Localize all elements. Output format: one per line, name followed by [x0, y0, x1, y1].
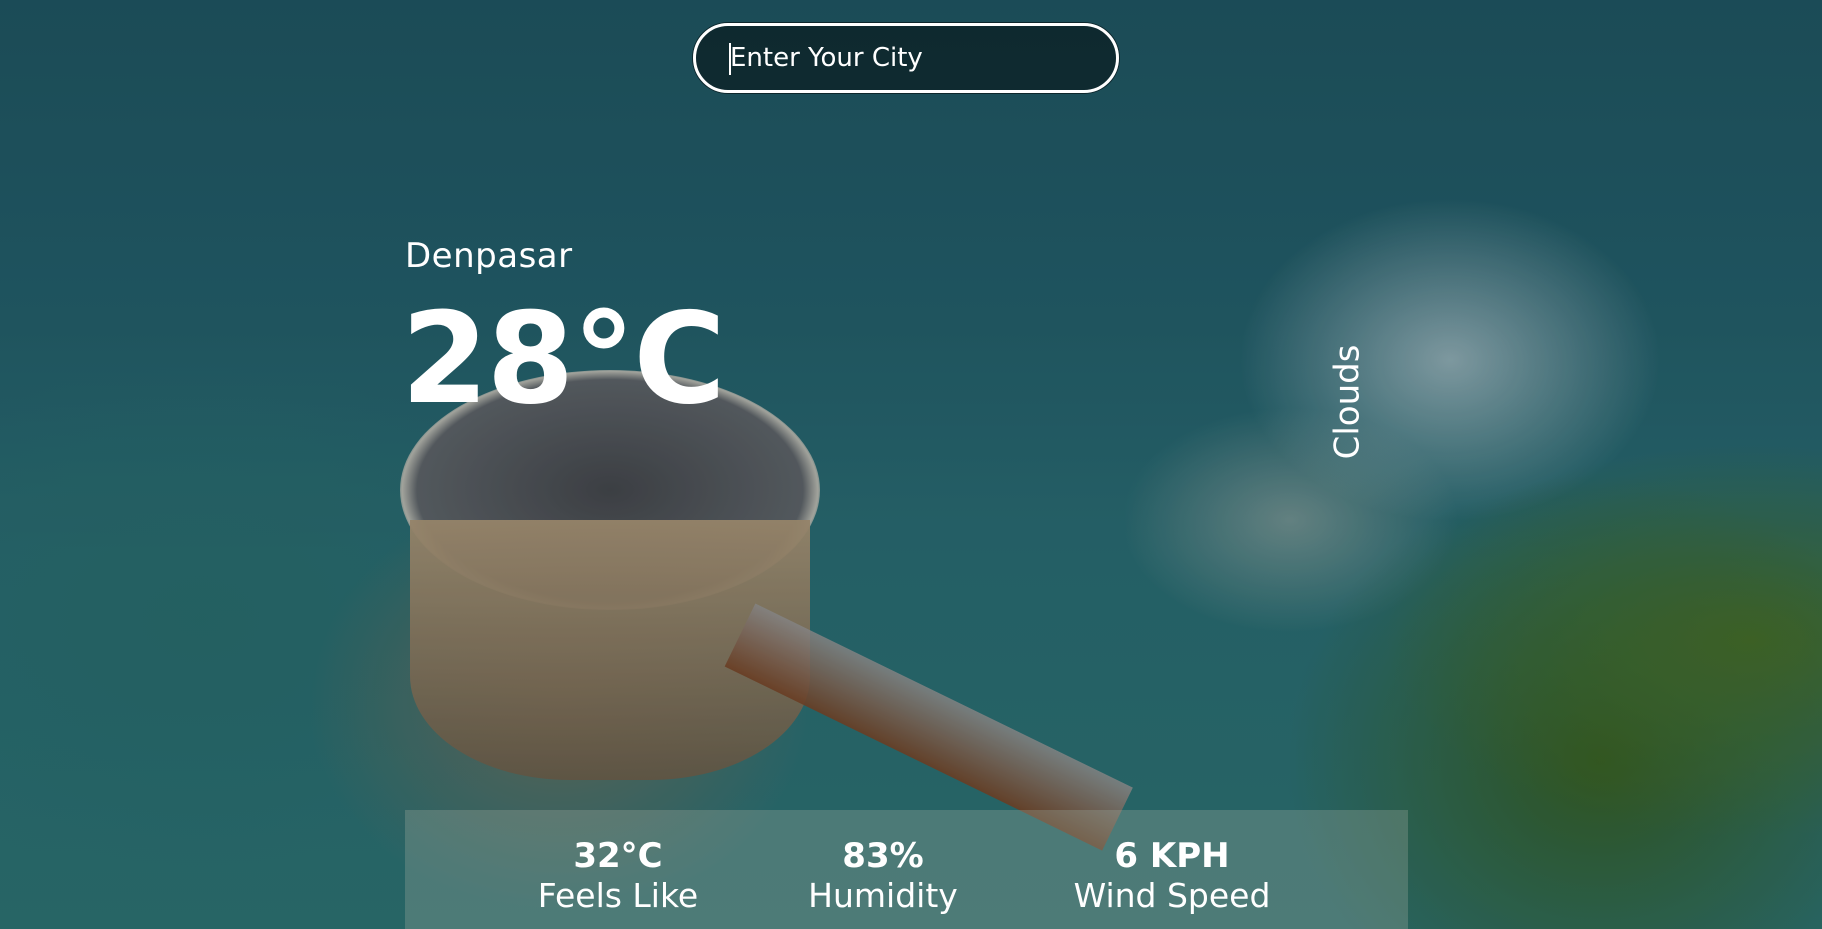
feels-like-value: 32°C [573, 836, 663, 876]
background-image [0, 0, 1822, 929]
text-cursor [729, 43, 731, 75]
search-box[interactable] [693, 23, 1119, 93]
wind-speed-stat: 6 KPH Wind Speed [1052, 836, 1292, 917]
wind-speed-value: 6 KPH [1114, 836, 1230, 876]
feels-like-stat: 32°C Feels Like [498, 836, 738, 917]
wind-speed-label: Wind Speed [1073, 876, 1271, 916]
weather-details-panel: 32°C Feels Like 83% Humidity 6 KPH Wind … [405, 810, 1408, 929]
humidity-label: Humidity [808, 876, 958, 916]
background-overlay [0, 0, 1822, 929]
city-search-input[interactable] [730, 26, 1100, 90]
feels-like-label: Feels Like [537, 876, 699, 916]
city-name: Denpasar [405, 236, 573, 276]
weather-condition: Clouds [1327, 344, 1368, 460]
humidity-value: 83% [842, 836, 924, 876]
humidity-stat: 83% Humidity [763, 836, 1003, 917]
current-temperature: 28°C [401, 285, 726, 432]
